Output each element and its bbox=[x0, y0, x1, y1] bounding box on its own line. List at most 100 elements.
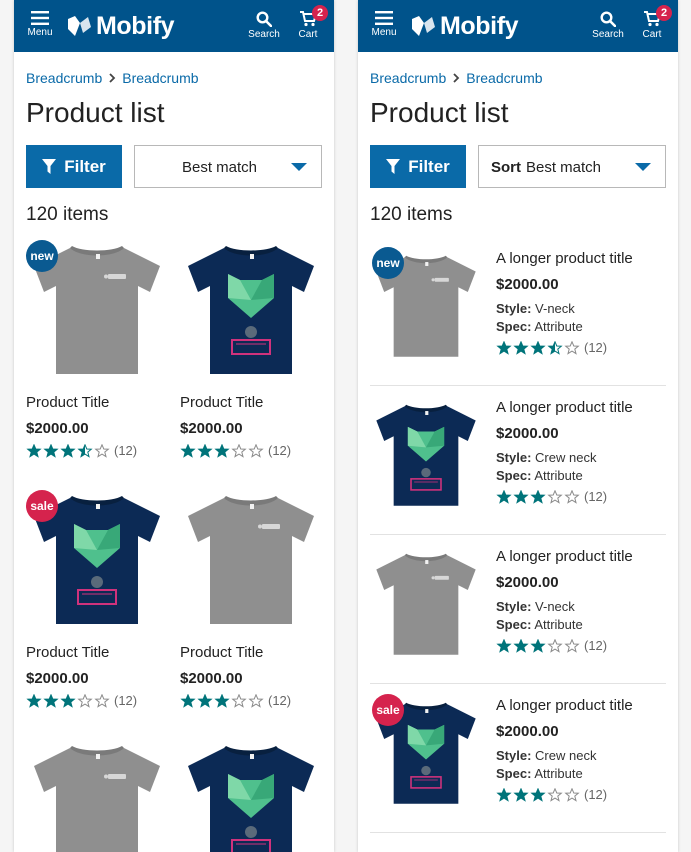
star-empty-icon bbox=[248, 693, 264, 708]
app-header: Menu Mobify Search Cart 2 bbox=[14, 0, 334, 52]
star-filled-icon bbox=[180, 693, 196, 708]
filter-button[interactable]: Filter bbox=[26, 145, 122, 188]
breadcrumb-link[interactable]: Breadcrumb bbox=[26, 70, 102, 86]
star-rating: (12) bbox=[180, 693, 291, 708]
star-filled-icon bbox=[496, 787, 512, 802]
star-filled-icon bbox=[530, 489, 546, 504]
funnel-icon bbox=[42, 159, 57, 174]
star-rating: (12) bbox=[26, 693, 137, 708]
search-button[interactable]: Search bbox=[246, 11, 282, 40]
filter-button[interactable]: Filter bbox=[370, 145, 466, 188]
filter-label: Filter bbox=[408, 156, 450, 176]
product-style: Style: Crew neck bbox=[496, 748, 596, 763]
style-value: Crew neck bbox=[535, 450, 597, 465]
tshirt-image[interactable] bbox=[370, 400, 482, 512]
tshirt-image[interactable] bbox=[26, 740, 168, 852]
cart-button[interactable]: Cart 2 bbox=[638, 5, 672, 40]
star-half-icon bbox=[547, 340, 563, 355]
tshirt-image[interactable] bbox=[180, 740, 322, 852]
search-icon bbox=[600, 11, 616, 27]
product-style: Style: V-neck bbox=[496, 599, 575, 614]
star-filled-icon bbox=[513, 638, 529, 653]
item-count: 120 items bbox=[370, 204, 453, 225]
breadcrumb-link[interactable]: Breadcrumb bbox=[370, 70, 446, 86]
star-filled-icon bbox=[180, 443, 196, 458]
product-list-item[interactable]: A longer product title $2000.00 Style: V-n… bbox=[370, 535, 666, 684]
mobify-logo[interactable]: Mobify bbox=[66, 13, 175, 39]
star-filled-icon bbox=[197, 443, 213, 458]
review-count: (12) bbox=[114, 693, 138, 708]
style-key: Style: bbox=[496, 450, 532, 465]
star-empty-icon bbox=[248, 443, 264, 458]
star-filled-icon bbox=[513, 340, 529, 355]
breadcrumb-link[interactable]: Breadcrumb bbox=[466, 70, 542, 86]
sort-select[interactable]: Best match bbox=[134, 145, 322, 188]
product-spec: Spec: Attribute bbox=[496, 617, 583, 632]
star-half-icon bbox=[77, 443, 93, 458]
star-empty-icon bbox=[564, 489, 580, 504]
star-filled-icon bbox=[513, 787, 529, 802]
breadcrumb-link[interactable]: Breadcrumb bbox=[122, 70, 198, 86]
search-button[interactable]: Search bbox=[590, 11, 626, 40]
spec-key: Spec: bbox=[496, 617, 532, 632]
mobify-logo[interactable]: Mobify bbox=[410, 12, 519, 40]
product-list-item[interactable]: sale A longer product title $2000.00 Style:… bbox=[370, 684, 666, 833]
chevron-right-icon bbox=[108, 73, 116, 83]
menu-button[interactable]: Menu bbox=[370, 11, 398, 38]
style-key: Style: bbox=[496, 301, 532, 316]
logo-text: Mobify bbox=[440, 12, 519, 40]
star-empty-icon bbox=[547, 489, 563, 504]
product-title[interactable]: Product Title bbox=[180, 394, 263, 411]
review-count: (12) bbox=[584, 489, 608, 504]
product-list-item[interactable]: A longer product title $2000.00 Style: Cre… bbox=[370, 386, 666, 535]
product-list-item[interactable]: new A longer product title $2000.00 Style: … bbox=[370, 237, 666, 386]
tshirt-image[interactable] bbox=[180, 490, 322, 632]
spec-value: Attribute bbox=[534, 319, 583, 334]
cart-label: Cart bbox=[642, 29, 662, 40]
chevron-right-icon bbox=[452, 73, 460, 83]
star-empty-icon bbox=[94, 443, 110, 458]
product-spec: Spec: Attribute bbox=[496, 468, 583, 483]
product-price: $2000.00 bbox=[180, 670, 243, 687]
spec-key: Spec: bbox=[496, 468, 532, 483]
product-price: $2000.00 bbox=[180, 420, 243, 437]
star-rating: (12) bbox=[496, 489, 607, 504]
star-filled-icon bbox=[530, 340, 546, 355]
product-price: $2000.00 bbox=[496, 276, 559, 293]
review-count: (12) bbox=[268, 443, 292, 458]
product-title[interactable]: A longer product title bbox=[496, 697, 633, 714]
page-title: Product list bbox=[26, 97, 165, 128]
product-title[interactable]: Product Title bbox=[26, 644, 109, 661]
breadcrumb: Breadcrumb Breadcrumb bbox=[370, 70, 543, 86]
star-empty-icon bbox=[564, 340, 580, 355]
spec-value: Attribute bbox=[534, 617, 583, 632]
product-title[interactable]: A longer product title bbox=[496, 548, 633, 565]
star-filled-icon bbox=[214, 693, 230, 708]
star-empty-icon bbox=[564, 787, 580, 802]
breadcrumb: Breadcrumb Breadcrumb bbox=[26, 70, 199, 86]
star-filled-icon bbox=[530, 638, 546, 653]
new-badge: new bbox=[372, 247, 404, 279]
product-title[interactable]: Product Title bbox=[26, 394, 109, 411]
style-value: V-neck bbox=[535, 301, 575, 316]
star-empty-icon bbox=[547, 787, 563, 802]
product-title[interactable]: A longer product title bbox=[496, 250, 633, 267]
cart-button[interactable]: Cart 2 bbox=[294, 5, 328, 40]
sort-select[interactable]: Sort Best match bbox=[478, 145, 666, 188]
star-rating: (12) bbox=[496, 340, 607, 355]
menu-label: Menu bbox=[371, 27, 397, 38]
search-label: Search bbox=[592, 29, 624, 40]
product-title[interactable]: Product Title bbox=[180, 644, 263, 661]
page-title: Product list bbox=[370, 97, 509, 128]
mobify-logo-icon bbox=[412, 16, 435, 36]
style-value: V-neck bbox=[535, 599, 575, 614]
mobify-logo-icon bbox=[68, 16, 91, 36]
hamburger-icon bbox=[31, 11, 49, 25]
star-empty-icon bbox=[231, 693, 247, 708]
tshirt-image[interactable] bbox=[370, 549, 482, 661]
star-empty-icon bbox=[77, 693, 93, 708]
product-title[interactable]: A longer product title bbox=[496, 399, 633, 416]
tshirt-image[interactable] bbox=[180, 240, 322, 382]
menu-button[interactable]: Menu bbox=[26, 11, 54, 38]
star-filled-icon bbox=[60, 693, 76, 708]
